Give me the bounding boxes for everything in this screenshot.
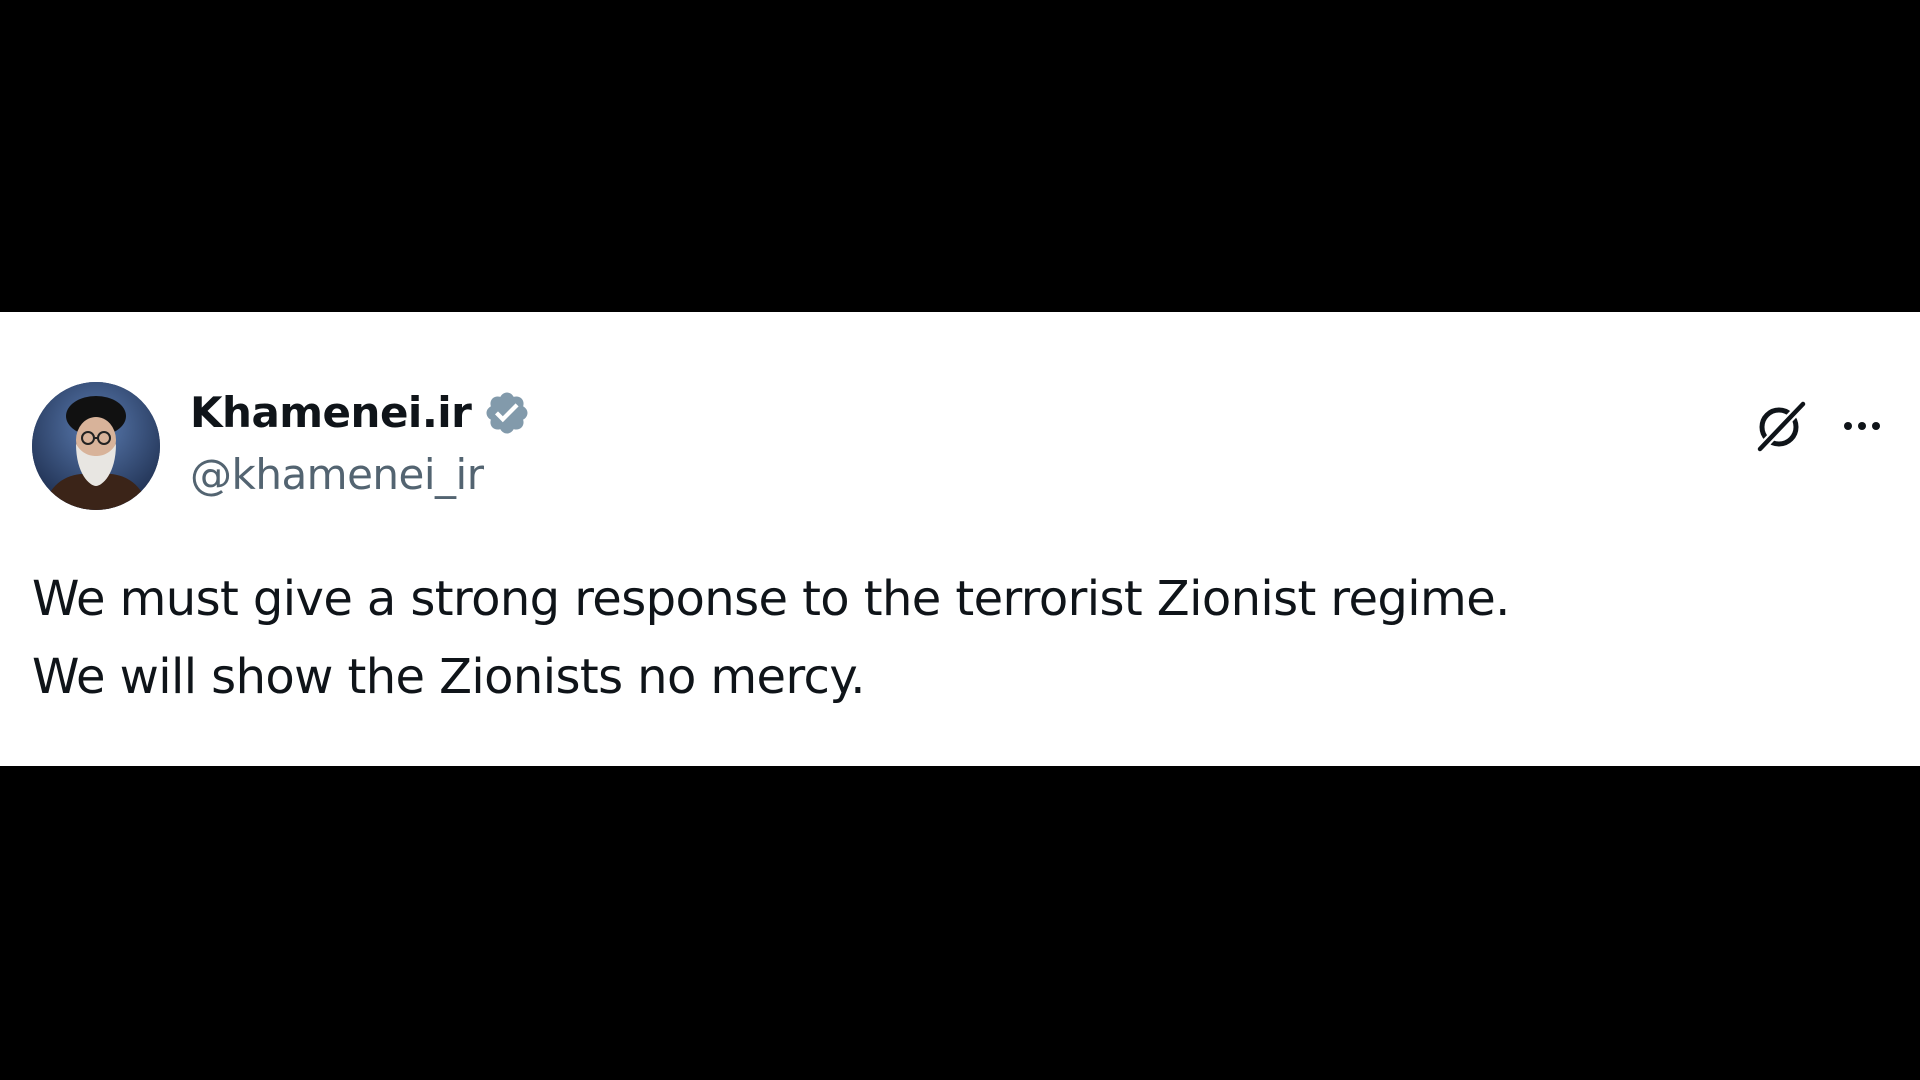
avatar[interactable] (32, 382, 160, 510)
author-names: Khamenei.ir @khamenei_ir (190, 384, 531, 504)
user-handle[interactable]: @khamenei_ir (190, 446, 531, 504)
tweet-text-line: We will show the Zionists no mercy. (32, 649, 866, 705)
tweet-text-line: We must give a strong response to the te… (32, 571, 1510, 627)
tweet-card: Khamenei.ir @khamenei_ir We must give a … (0, 312, 1920, 766)
tweet-actions (1750, 396, 1888, 456)
display-name[interactable]: Khamenei.ir (190, 384, 472, 442)
video-frame: Khamenei.ir @khamenei_ir We must give a … (0, 0, 1920, 1080)
tweet-text: We must give a strong response to the te… (32, 560, 1852, 716)
more-options-icon[interactable] (1836, 400, 1888, 452)
avatar-image (32, 382, 160, 510)
verified-badge-icon[interactable] (483, 389, 531, 437)
tweet-header: Khamenei.ir @khamenei_ir (32, 382, 1888, 512)
display-name-row: Khamenei.ir (190, 384, 531, 442)
grok-icon[interactable] (1750, 396, 1810, 456)
